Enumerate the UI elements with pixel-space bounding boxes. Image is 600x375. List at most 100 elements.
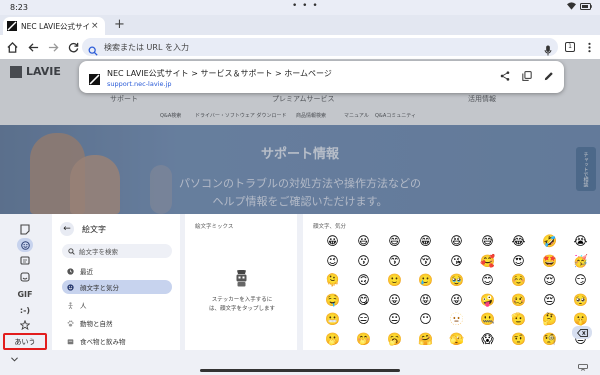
emoji-key[interactable]: 🤪 bbox=[472, 291, 503, 311]
emoji-key[interactable]: 😬 bbox=[317, 310, 348, 330]
emoji-key[interactable]: 🙃 bbox=[348, 271, 379, 291]
emoji-key[interactable]: 🤩 bbox=[534, 252, 565, 272]
back-arrow-icon[interactable] bbox=[26, 40, 40, 54]
emoji-key[interactable]: 😌 bbox=[534, 271, 565, 291]
microphone-icon[interactable] bbox=[544, 41, 552, 60]
emoji-key[interactable]: 🫣 bbox=[441, 330, 472, 350]
emoji-key[interactable]: 🥹 bbox=[441, 271, 472, 291]
emoji-key[interactable]: 😝 bbox=[410, 291, 441, 311]
category-smileys[interactable]: 顔文字と気分 bbox=[62, 280, 172, 294]
emoji-key[interactable]: 🤤 bbox=[317, 291, 348, 311]
emoji-key[interactable]: 🥲 bbox=[410, 271, 441, 291]
paw-icon bbox=[67, 320, 74, 327]
emoji-key[interactable]: 🥱 bbox=[379, 330, 410, 350]
emoji-tab-icon[interactable] bbox=[17, 238, 33, 252]
emoji-key[interactable]: 🫥 bbox=[441, 310, 472, 330]
emoji-key[interactable]: 😄 bbox=[379, 232, 410, 252]
status-bar: 8:23 • • • bbox=[0, 0, 600, 15]
emoji-key[interactable]: 😜 bbox=[441, 291, 472, 311]
category-label: 人 bbox=[80, 302, 87, 310]
emoji-key[interactable]: 🤨 bbox=[503, 330, 534, 350]
favorites-star-icon[interactable] bbox=[17, 318, 33, 332]
emoji-kitchen-panel: 絵文字ミックス ステッカーを入手するに は、顔文字をタップします bbox=[185, 214, 297, 354]
emoji-key[interactable]: 😐 bbox=[379, 310, 410, 330]
emoji-key[interactable]: 🥺 bbox=[565, 291, 596, 311]
emoji-key[interactable]: 😍 bbox=[503, 252, 534, 272]
emoji-key[interactable]: 🥰 bbox=[472, 252, 503, 272]
japanese-keyboard-key[interactable]: あいう bbox=[3, 333, 47, 350]
emoji-key[interactable]: 😭 bbox=[565, 232, 596, 252]
category-people[interactable]: 人 bbox=[62, 298, 172, 312]
emoji-category-panel: ← 絵文字 絵文字を検索 最近 顔文字と気分 人 動物と自然 食べ物と飲み物 bbox=[52, 214, 180, 354]
search-icon bbox=[68, 247, 75, 255]
emoji-key[interactable]: ☺️ bbox=[503, 271, 534, 291]
emoji-key[interactable]: 😏 bbox=[565, 271, 596, 291]
hide-keyboard-chevron-icon[interactable] bbox=[11, 355, 18, 364]
emoji-key[interactable]: 😊 bbox=[472, 271, 503, 291]
emoji-key[interactable]: 🤐 bbox=[472, 310, 503, 330]
home-icon[interactable] bbox=[5, 40, 19, 54]
emoji-key[interactable]: 🥴 bbox=[503, 291, 534, 311]
chat-sticker-icon[interactable] bbox=[17, 254, 33, 268]
emoji-key[interactable]: 🤣 bbox=[534, 232, 565, 252]
back-arrow-icon[interactable]: ← bbox=[60, 222, 74, 236]
emoji-key[interactable]: 😂 bbox=[503, 232, 534, 252]
category-animals[interactable]: 動物と自然 bbox=[62, 316, 172, 330]
copy-icon[interactable] bbox=[522, 71, 532, 81]
emoji-key[interactable]: 🙂 bbox=[379, 271, 410, 291]
emoji-key[interactable]: 😁 bbox=[410, 232, 441, 252]
tab-switcher-button[interactable]: 1 bbox=[563, 40, 577, 54]
category-recent[interactable]: 最近 bbox=[62, 264, 172, 278]
new-tab-button[interactable]: + bbox=[114, 17, 125, 32]
emoji-key[interactable]: 😋 bbox=[348, 291, 379, 311]
share-icon[interactable] bbox=[500, 71, 510, 81]
emoji-key[interactable]: 🫢 bbox=[317, 330, 348, 350]
emoji-kitchen-message-line: ステッカーを入手するに bbox=[211, 297, 273, 303]
emoji-key[interactable]: 😃 bbox=[348, 232, 379, 252]
tab-close-icon[interactable]: × bbox=[91, 21, 99, 31]
emoji-search-field[interactable]: 絵文字を検索 bbox=[62, 244, 172, 258]
emoji-key[interactable]: 😚 bbox=[410, 252, 441, 272]
omnibox[interactable] bbox=[82, 38, 558, 56]
backspace-icon[interactable] bbox=[572, 326, 592, 339]
person-icon bbox=[68, 301, 73, 309]
emoticon-tab[interactable]: :-) bbox=[17, 303, 33, 317]
emoji-key[interactable]: 😉 bbox=[317, 252, 348, 272]
emoji-section-label: 顔文字、気分 bbox=[313, 224, 347, 230]
url-input[interactable] bbox=[104, 40, 524, 54]
more-menu-icon[interactable] bbox=[582, 40, 596, 54]
url-suggestion[interactable]: NEC LAVIE公式サイト > サービス＆サポート > ホームページ supp… bbox=[79, 61, 564, 93]
emoji-key[interactable]: 😱 bbox=[472, 330, 503, 350]
browser-tab[interactable]: NEC LAVIE公式サイト × bbox=[3, 17, 105, 35]
sticker-icon[interactable] bbox=[17, 222, 33, 236]
edit-pencil-icon[interactable] bbox=[544, 71, 554, 81]
emoji-key[interactable]: 😗 bbox=[348, 252, 379, 272]
emoji-key[interactable]: 😑 bbox=[348, 310, 379, 330]
forward-arrow-icon[interactable] bbox=[46, 40, 60, 54]
emoji-key[interactable]: 🧐 bbox=[534, 330, 565, 350]
emoji-key[interactable]: 🫠 bbox=[317, 271, 348, 291]
bitmoji-icon[interactable] bbox=[17, 270, 33, 284]
emoji-key[interactable]: 🫡 bbox=[503, 310, 534, 330]
multitask-dots[interactable]: • • • bbox=[292, 1, 319, 11]
emoji-key[interactable]: 🤔 bbox=[534, 310, 565, 330]
emoji-key[interactable]: 😀 bbox=[317, 232, 348, 252]
reload-icon[interactable] bbox=[66, 40, 80, 54]
emoji-key[interactable]: 🤗 bbox=[410, 330, 441, 350]
emoji-key[interactable]: 😙 bbox=[379, 252, 410, 272]
emoji-key[interactable]: 😛 bbox=[379, 291, 410, 311]
emoji-key[interactable]: 😘 bbox=[441, 252, 472, 272]
smiley-icon bbox=[67, 283, 74, 291]
gesture-handle[interactable] bbox=[200, 369, 400, 372]
gif-tab[interactable]: GIF bbox=[17, 287, 33, 301]
keyboard-switch-icon[interactable] bbox=[578, 356, 588, 375]
emoji-key[interactable]: 🤭 bbox=[348, 330, 379, 350]
emoji-key[interactable]: 😅 bbox=[472, 232, 503, 252]
browser-toolbar: 1 bbox=[0, 35, 600, 59]
category-food[interactable]: 食べ物と飲み物 bbox=[62, 334, 172, 348]
emoji-grid-panel: 顔文字、気分 😀 😃 😄 😁 😆 😅 😂 🤣 😭 😉 😗 😙 😚 😘 🥰 😍 🤩 🥳 🫠 🙃 🙂 🥲 🥹 😊 ☺️ 😌 😏 🤤 😋 😛 😝 😜… bbox=[303, 214, 600, 354]
emoji-key[interactable]: 😶 bbox=[410, 310, 441, 330]
emoji-key[interactable]: 😔 bbox=[534, 291, 565, 311]
emoji-key[interactable]: 🥳 bbox=[565, 252, 596, 272]
emoji-key[interactable]: 😆 bbox=[441, 232, 472, 252]
